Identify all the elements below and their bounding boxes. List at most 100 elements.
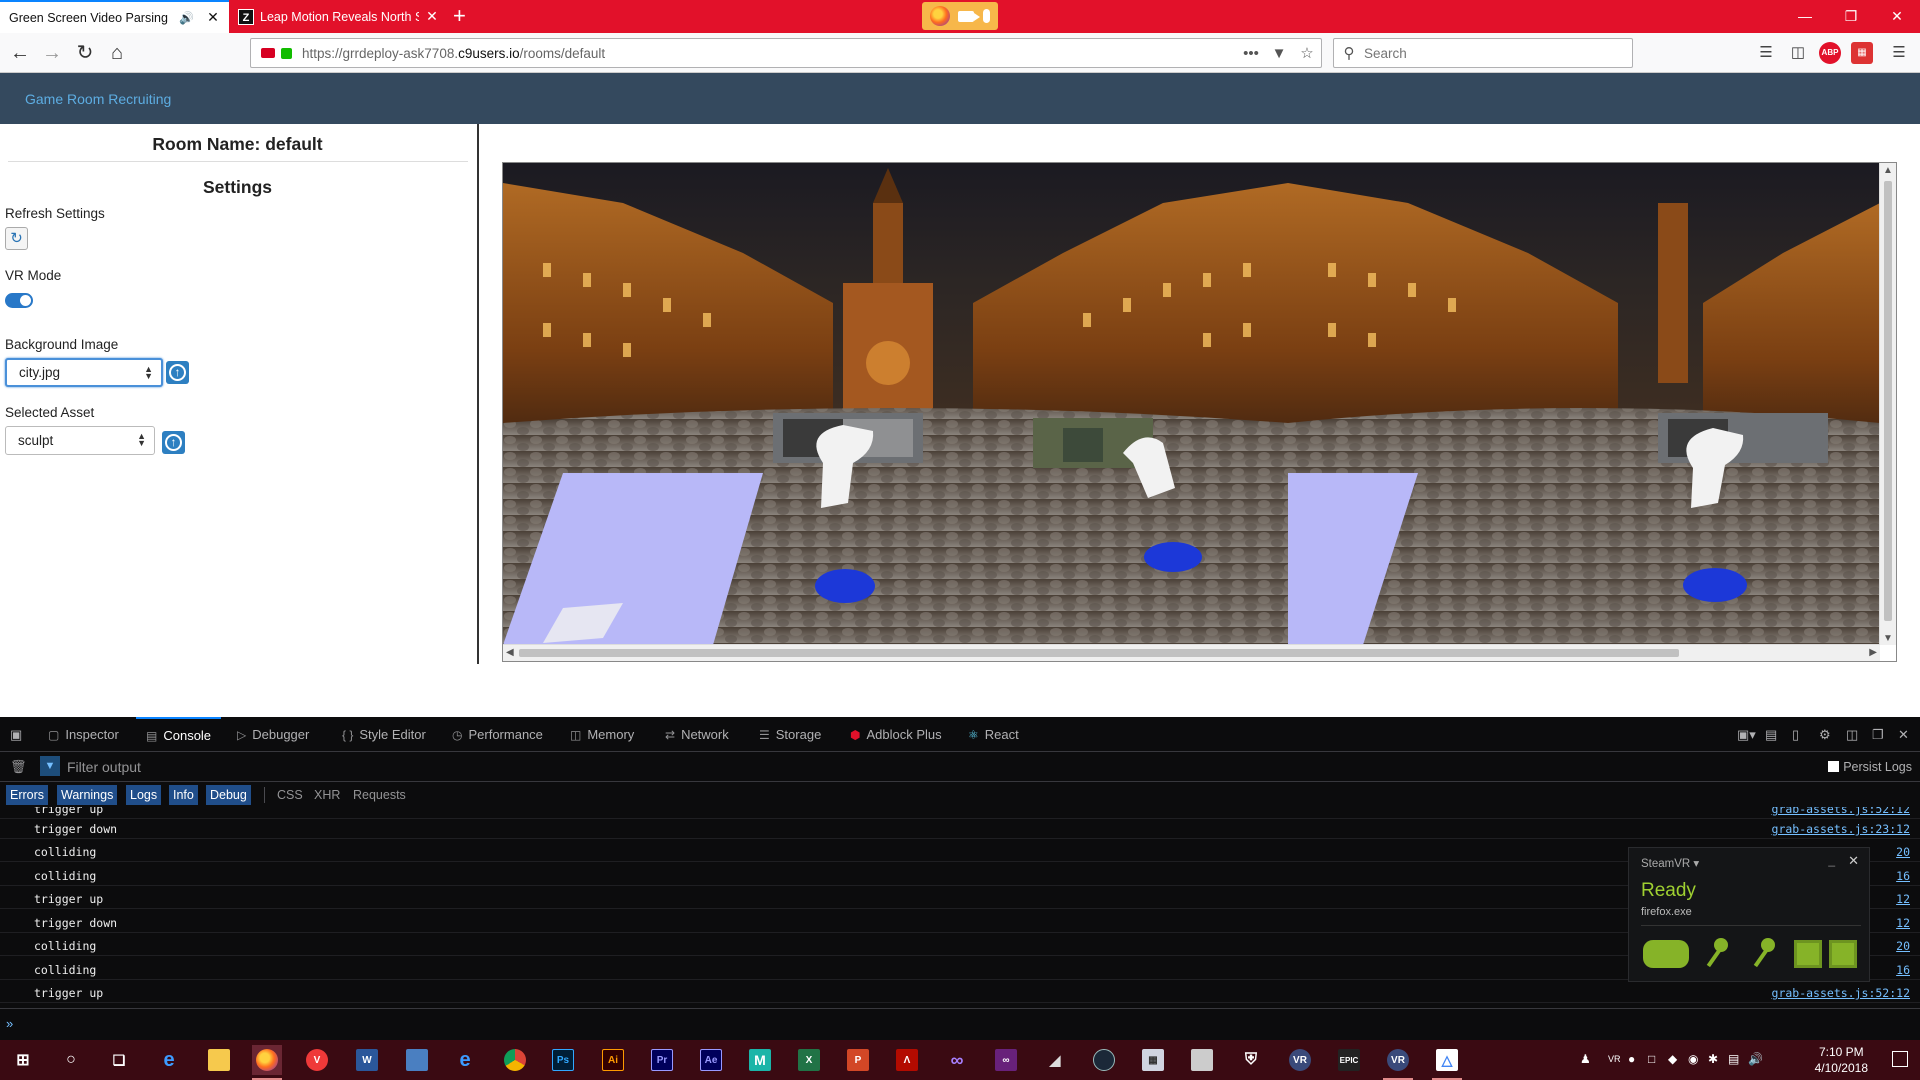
keyboard-app-taskbar-button[interactable] [1187,1045,1217,1075]
bluetooth-icon[interactable]: ✱ [1708,1052,1718,1066]
tab-inspector[interactable]: ▢ Inspector [48,717,119,752]
scrollbar-thumb[interactable] [1884,181,1892,621]
vr-tray-icon[interactable]: VR [1608,1054,1621,1064]
tab-react[interactable]: ⚛ React [968,717,1019,752]
tab-network[interactable]: ⇄ Network [665,717,729,752]
address-bar[interactable]: https://grrdeploy-ask7708.c9users.io/roo… [250,38,1322,68]
tab-debugger[interactable]: ▷ Debugger [237,717,309,752]
acrobat-taskbar-button[interactable]: Λ [892,1045,922,1075]
tab-performance[interactable]: ◷ Performance [452,717,543,752]
epic-games-taskbar-button[interactable]: EPIC [1334,1045,1364,1075]
tab-memory[interactable]: ◫ Memory [570,717,634,752]
tab-console[interactable]: ▤ Console [136,717,222,752]
sidebar-icon[interactable]: ◫ [1787,42,1809,64]
filter-warnings-button[interactable]: Warnings [57,785,118,805]
close-window-button[interactable]: ✕ [1874,0,1920,33]
filter-xhr-button[interactable]: XHR [310,785,344,805]
url-text[interactable]: https://grrdeploy-ask7708.c9users.io/roo… [302,46,1237,61]
home-button[interactable]: ⌂ [101,37,133,69]
steamvr-menu[interactable]: SteamVR ▾ [1641,856,1699,870]
firefox-taskbar-button[interactable] [252,1045,282,1080]
steamvr-taskbar-button[interactable]: VR [1383,1045,1413,1080]
clear-console-icon[interactable]: 🗑 [10,759,27,775]
illustrator-taskbar-button[interactable]: Ai [598,1045,628,1075]
calculator-taskbar-button[interactable]: ▦ [1138,1045,1168,1075]
dock-side-icon[interactable]: ◫ [1846,717,1858,752]
split-console-icon[interactable]: ▤ [1765,717,1777,752]
filter-info-button[interactable]: Info [169,785,198,805]
search-input[interactable] [1364,45,1614,61]
close-tab-icon[interactable]: ✕ [206,9,220,26]
new-tab-button[interactable]: + [453,2,466,30]
adblock-plus-icon[interactable]: ABP [1819,42,1841,64]
element-picker-icon[interactable]: ▣ [10,717,22,752]
steam-tray-icon[interactable]: ◉ [1688,1052,1698,1066]
defender-taskbar-button[interactable]: ⛨ [1236,1045,1266,1075]
tab-storage[interactable]: ☰ Storage [759,717,821,752]
devtools-settings-icon[interactable]: ⚙ [1819,717,1831,752]
base-station-icon[interactable] [1829,940,1857,968]
explorer-taskbar-button[interactable] [204,1045,234,1075]
premiere-taskbar-button[interactable]: Pr [647,1045,677,1075]
tab-green-screen[interactable]: Green Screen Video Parsing 🔊 ✕ [0,0,229,33]
vr-viewport[interactable]: ▲ ▼ ◀ ▶ [502,162,1897,662]
speaker-icon[interactable]: 🔊 [179,11,194,25]
volume-icon[interactable]: 🔊 [1748,1052,1763,1066]
steam-taskbar-button[interactable] [1089,1045,1119,1075]
network-app-taskbar-button[interactable] [402,1045,432,1075]
filter-output-input[interactable] [67,757,467,777]
tab-adblock-plus[interactable]: ⬢ Adblock Plus [850,717,942,752]
headset-icon[interactable] [1643,940,1689,968]
ie-taskbar-button[interactable]: e [450,1045,480,1075]
task-view-button[interactable]: ❏ [104,1045,134,1075]
refresh-settings-button[interactable]: ↻ [5,227,28,250]
menu-icon[interactable]: ☰ [1888,42,1910,64]
forward-button[interactable]: → [36,37,68,69]
excel-taskbar-button[interactable]: X [794,1045,824,1075]
steamvr-minimize-icon[interactable]: _ [1828,853,1835,867]
filter-errors-button[interactable]: Errors [6,785,49,805]
edge-taskbar-button[interactable]: e [154,1045,184,1075]
selected-asset-select[interactable]: sculpt ▲ ▼ [5,426,155,455]
tray-app-icon[interactable]: □ [1648,1052,1655,1066]
filter-icon[interactable]: ▼ [40,756,60,776]
close-devtools-icon[interactable]: ✕ [1898,717,1909,752]
scroll-up-arrow-icon[interactable]: ▲ [1883,165,1893,176]
maya-taskbar-button[interactable]: M [745,1045,775,1075]
vr-app-taskbar-button[interactable]: VR [1285,1045,1315,1075]
tray-shield-icon[interactable]: ● [1628,1052,1635,1066]
filter-requests-button[interactable]: Requests [349,785,410,805]
controller-icon[interactable] [1712,938,1728,970]
minimize-button[interactable]: — [1782,0,1828,33]
responsive-mode-icon[interactable]: ▯ [1792,717,1799,752]
lock-icon[interactable] [281,47,292,59]
controller-icon[interactable] [1759,938,1775,970]
close-tab-icon[interactable]: ✕ [425,8,439,25]
vr-scene-canvas[interactable] [503,163,1880,645]
vertical-scrollbar[interactable]: ▲ ▼ [1879,163,1896,645]
checkbox-box[interactable] [1828,761,1840,772]
people-icon[interactable]: ♟ [1580,1052,1591,1066]
pocket-icon[interactable]: ▼ [1265,45,1293,62]
unity-taskbar-button[interactable]: ◢ [1040,1045,1070,1075]
tab-style-editor[interactable]: { } Style Editor [342,717,426,752]
scroll-right-arrow-icon[interactable]: ▶ [1869,647,1877,658]
dropbox-icon[interactable]: ◆ [1668,1052,1677,1066]
console-input[interactable]: » [0,1008,1920,1040]
persist-logs-checkbox[interactable]: Persist Logs [1828,760,1912,774]
search-taskbar-button[interactable]: ○ [56,1045,86,1075]
base-station-icon[interactable] [1794,940,1822,968]
brand-link[interactable]: Game Room Recruiting [25,91,171,107]
clock[interactable]: 7:10 PM 4/10/2018 [1815,1044,1868,1076]
photoshop-taskbar-button[interactable]: Ps [548,1045,578,1075]
visual-studio-taskbar-button[interactable]: ∞ [942,1045,972,1075]
camera-permission-icon[interactable] [261,48,275,58]
vs-code-taskbar-button[interactable]: ∞ [991,1045,1021,1075]
vr-mode-toggle[interactable] [5,293,33,308]
start-button[interactable]: ⊞ [8,1045,38,1075]
library-icon[interactable]: ☰ [1755,42,1777,64]
drive-taskbar-button[interactable]: △ [1432,1045,1462,1080]
sharing-indicator[interactable] [922,2,998,30]
filter-debug-button[interactable]: Debug [206,785,251,805]
bookmark-star-icon[interactable]: ☆ [1293,44,1321,62]
